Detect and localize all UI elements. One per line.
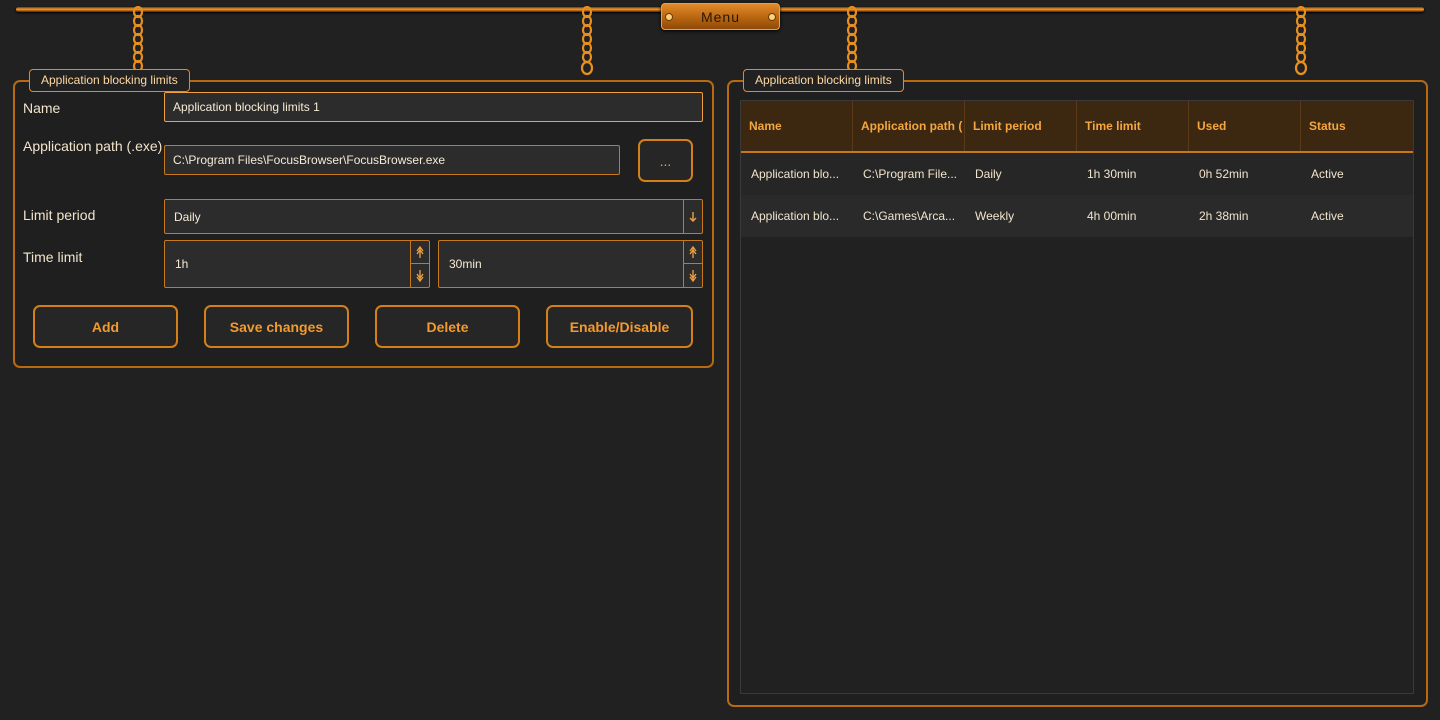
cell-used: 0h 52min xyxy=(1199,167,1249,181)
period-label: Limit period xyxy=(23,207,96,223)
chain-decoration xyxy=(580,6,594,80)
arrow-up-icon[interactable] xyxy=(684,241,702,264)
name-label: Name xyxy=(23,100,61,116)
column-header-path[interactable]: Application path ( xyxy=(853,101,965,151)
cell-name: Application blo... xyxy=(751,209,840,223)
cell-period: Daily xyxy=(975,167,1002,181)
name-input[interactable] xyxy=(164,92,703,122)
period-select[interactable]: Daily xyxy=(164,199,703,234)
cell-time-limit: 1h 30min xyxy=(1087,167,1137,181)
editor-group-title: Application blocking limits xyxy=(29,69,190,92)
column-header-time-limit[interactable]: Time limit xyxy=(1077,101,1189,151)
arrow-down-icon[interactable] xyxy=(411,264,429,287)
cell-used: 2h 38min xyxy=(1199,209,1249,223)
cell-path: C:\Games\Arca... xyxy=(863,209,956,223)
column-header-status[interactable]: Status xyxy=(1301,101,1413,151)
cell-status: Active xyxy=(1311,167,1344,181)
rivet-icon xyxy=(769,14,775,20)
add-button[interactable]: Add xyxy=(33,305,178,348)
time-limit-label: Time limit xyxy=(23,249,83,265)
browse-button[interactable]: ... xyxy=(638,139,693,182)
column-header-used[interactable]: Used xyxy=(1189,101,1301,151)
menu-label: Menu xyxy=(700,8,741,25)
column-header-period[interactable]: Limit period xyxy=(965,101,1077,151)
table-row[interactable]: Application blo... C:\Games\Arca... Week… xyxy=(741,195,1413,237)
chevron-down-icon[interactable] xyxy=(683,200,702,233)
cell-status: Active xyxy=(1311,209,1344,223)
enable-disable-button[interactable]: Enable/Disable xyxy=(546,305,693,348)
menu-button[interactable]: Menu xyxy=(661,3,780,30)
chain-decoration xyxy=(1294,6,1308,80)
arrow-down-icon[interactable] xyxy=(684,264,702,287)
period-value: Daily xyxy=(174,209,201,224)
arrow-up-icon[interactable] xyxy=(411,241,429,264)
path-label: Application path (.exe) xyxy=(23,138,163,154)
cell-path: C:\Program File... xyxy=(863,167,958,181)
minutes-value: 30min xyxy=(449,257,482,271)
list-group-title: Application blocking limits xyxy=(743,69,904,92)
save-changes-button[interactable]: Save changes xyxy=(204,305,349,348)
cell-name: Application blo... xyxy=(751,167,840,181)
table-header: Name Application path ( Limit period Tim… xyxy=(741,101,1413,153)
path-input[interactable] xyxy=(164,145,620,175)
limits-table[interactable]: Name Application path ( Limit period Tim… xyxy=(740,100,1414,694)
browse-label: ... xyxy=(659,152,672,169)
column-header-name[interactable]: Name xyxy=(741,101,853,151)
rivet-icon xyxy=(666,14,672,20)
cell-period: Weekly xyxy=(975,209,1015,223)
table-row[interactable]: Application blo... C:\Program File... Da… xyxy=(741,153,1413,195)
cell-time-limit: 4h 00min xyxy=(1087,209,1137,223)
delete-button[interactable]: Delete xyxy=(375,305,520,348)
hours-stepper[interactable]: 1h xyxy=(164,240,430,288)
hours-value: 1h xyxy=(175,257,189,271)
minutes-stepper[interactable]: 30min xyxy=(438,240,703,288)
